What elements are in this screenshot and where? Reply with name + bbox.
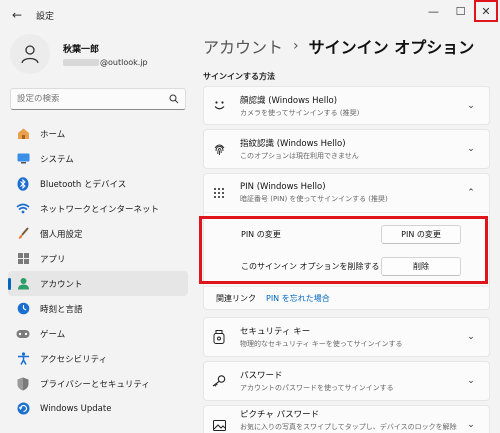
chevron-down-icon[interactable]: ⌄ <box>463 332 479 342</box>
sidebar-item-accessibility[interactable]: アクセシビリティ <box>8 346 188 371</box>
back-button[interactable]: ← <box>6 8 28 22</box>
chevron-down-icon[interactable]: ⌄ <box>463 101 479 111</box>
option-picture-password[interactable]: ピクチャ パスワード お気に入りの写真をスワイプしてタップし、デバイスのロックを… <box>203 405 490 433</box>
window-controls: — ☐ ✕ <box>420 0 500 22</box>
home-icon <box>16 127 30 141</box>
sidebar-item-gaming[interactable]: ゲーム <box>8 321 188 346</box>
update-icon <box>16 402 30 416</box>
profile-email: @outlook.jp <box>63 58 148 67</box>
option-fingerprint[interactable]: 指紋認識 (Windows Hello) このオプションは現在利用できません ⌄ <box>203 129 490 169</box>
breadcrumb: アカウント › サインイン オプション <box>203 34 474 58</box>
sidebar-item-system[interactable]: システム <box>8 146 188 171</box>
option-password[interactable]: パスワード アカウントのパスワードを使ってサインインする ⌄ <box>203 361 490 401</box>
minimize-button[interactable]: — <box>420 0 447 22</box>
forgot-pin-link[interactable]: PIN を忘れた場合 <box>266 293 330 304</box>
pin-icon <box>212 187 226 199</box>
chevron-up-icon[interactable]: ⌃ <box>463 188 479 198</box>
option-face-recognition[interactable]: 顔認識 (Windows Hello) カメラを使ってサインインする (推奨) … <box>203 86 490 125</box>
option-pin[interactable]: PIN (Windows Hello) 暗証番号 (PIN) を使ってサインイン… <box>203 173 490 213</box>
chevron-down-icon[interactable]: ⌄ <box>463 144 479 154</box>
sidebar-item-bluetooth[interactable]: Bluetooth とデバイス <box>8 171 188 196</box>
breadcrumb-parent[interactable]: アカウント <box>203 34 283 58</box>
nav-list: ホーム システム Bluetooth とデバイス ネットワークとインターネット … <box>8 121 188 421</box>
user-profile[interactable]: 秋葉一郎 @outlook.jp <box>10 34 148 74</box>
wifi-icon <box>16 202 30 216</box>
clock-icon <box>16 302 30 316</box>
accessibility-icon <box>16 352 30 366</box>
profile-name: 秋葉一郎 <box>63 44 100 55</box>
sidebar-item-time-language[interactable]: 時刻と言語 <box>8 296 188 321</box>
related-links: 関連リンク PIN を忘れた場合 <box>203 286 490 310</box>
sidebar-item-personalization[interactable]: 個人用設定 <box>8 221 188 246</box>
search-box[interactable] <box>10 88 186 110</box>
sidebar-item-network[interactable]: ネットワークとインターネット <box>8 196 188 221</box>
title-bar: ← 設定 — ☐ ✕ <box>0 0 500 30</box>
brush-icon <box>16 227 30 241</box>
related-links-label: 関連リンク <box>216 293 256 303</box>
window-title: 設定 <box>36 11 55 22</box>
chevron-down-icon[interactable]: ⌄ <box>463 420 479 430</box>
shield-icon <box>16 377 30 391</box>
system-icon <box>16 152 30 166</box>
section-title: サインインする方法 <box>203 72 275 81</box>
face-icon <box>212 100 226 111</box>
account-icon <box>16 277 30 291</box>
security-key-icon <box>212 330 226 344</box>
sidebar: 秋葉一郎 @outlook.jp ホーム システム Bluetoot <box>0 30 195 433</box>
maximize-button[interactable]: ☐ <box>447 0 474 22</box>
sidebar-item-windows-update[interactable]: Windows Update <box>8 396 188 421</box>
option-security-key[interactable]: セキュリティ キー 物理的なセキュリティ キーを使ってサインインする ⌄ <box>203 317 490 357</box>
avatar <box>10 34 50 74</box>
sidebar-item-apps[interactable]: アプリ <box>8 246 188 271</box>
breadcrumb-separator: › <box>293 38 299 54</box>
person-icon <box>21 45 39 64</box>
search-input[interactable] <box>17 94 169 104</box>
close-button[interactable]: ✕ <box>474 0 498 22</box>
apps-icon <box>16 252 30 266</box>
page-title: サインイン オプション <box>308 38 475 57</box>
highlight-box <box>199 216 488 284</box>
picture-icon <box>212 419 226 431</box>
key-icon <box>212 375 226 387</box>
sidebar-item-accounts[interactable]: アカウント <box>8 271 188 296</box>
sidebar-item-home[interactable]: ホーム <box>8 121 188 146</box>
search-icon[interactable] <box>169 94 179 104</box>
gamepad-icon <box>16 327 30 341</box>
chevron-down-icon[interactable]: ⌄ <box>463 376 479 386</box>
fingerprint-icon <box>212 143 226 156</box>
sidebar-item-privacy[interactable]: プライバシーとセキュリティ <box>8 371 188 396</box>
bluetooth-icon <box>16 176 30 191</box>
